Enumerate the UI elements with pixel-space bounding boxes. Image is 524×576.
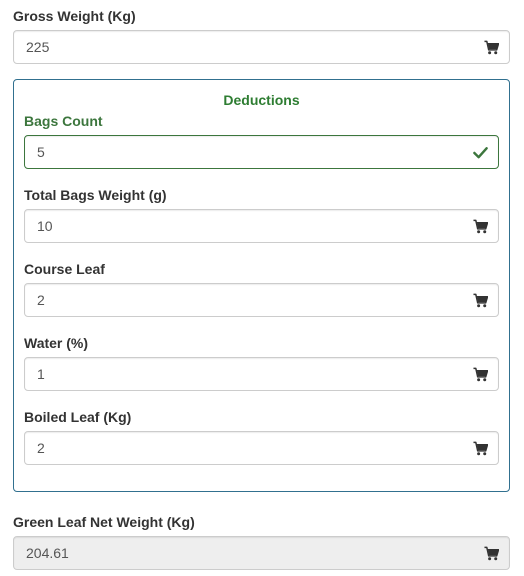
shopping-cart-icon (484, 546, 499, 561)
water-field (24, 357, 499, 391)
bags-count-input[interactable] (25, 136, 498, 168)
boiled-leaf-input[interactable] (25, 432, 498, 464)
shopping-cart-icon (473, 219, 488, 234)
bags-count-label: Bags Count (24, 113, 103, 129)
checkmark-icon (473, 147, 488, 159)
gross-weight-field (13, 30, 510, 64)
boiled-leaf-label: Boiled Leaf (Kg) (24, 409, 132, 425)
deductions-title: Deductions (223, 92, 300, 108)
shopping-cart-icon (473, 367, 488, 382)
bags-count-field (24, 135, 499, 169)
shopping-cart-icon (473, 293, 488, 308)
gross-weight-input[interactable] (14, 31, 509, 63)
net-weight-field (13, 536, 510, 570)
total-bags-weight-field (24, 209, 499, 243)
shopping-cart-icon (473, 441, 488, 456)
shopping-cart-icon (484, 40, 499, 55)
water-label: Water (%) (24, 335, 89, 351)
course-leaf-label: Course Leaf (24, 261, 105, 277)
total-bags-weight-input[interactable] (25, 210, 498, 242)
water-input[interactable] (25, 358, 498, 390)
net-weight-input (14, 537, 509, 569)
boiled-leaf-field (24, 431, 499, 465)
net-weight-label: Green Leaf Net Weight (Kg) (13, 514, 195, 530)
gross-weight-label: Gross Weight (Kg) (13, 8, 136, 24)
total-bags-weight-label: Total Bags Weight (g) (24, 187, 167, 203)
course-leaf-input[interactable] (25, 284, 498, 316)
course-leaf-field (24, 283, 499, 317)
